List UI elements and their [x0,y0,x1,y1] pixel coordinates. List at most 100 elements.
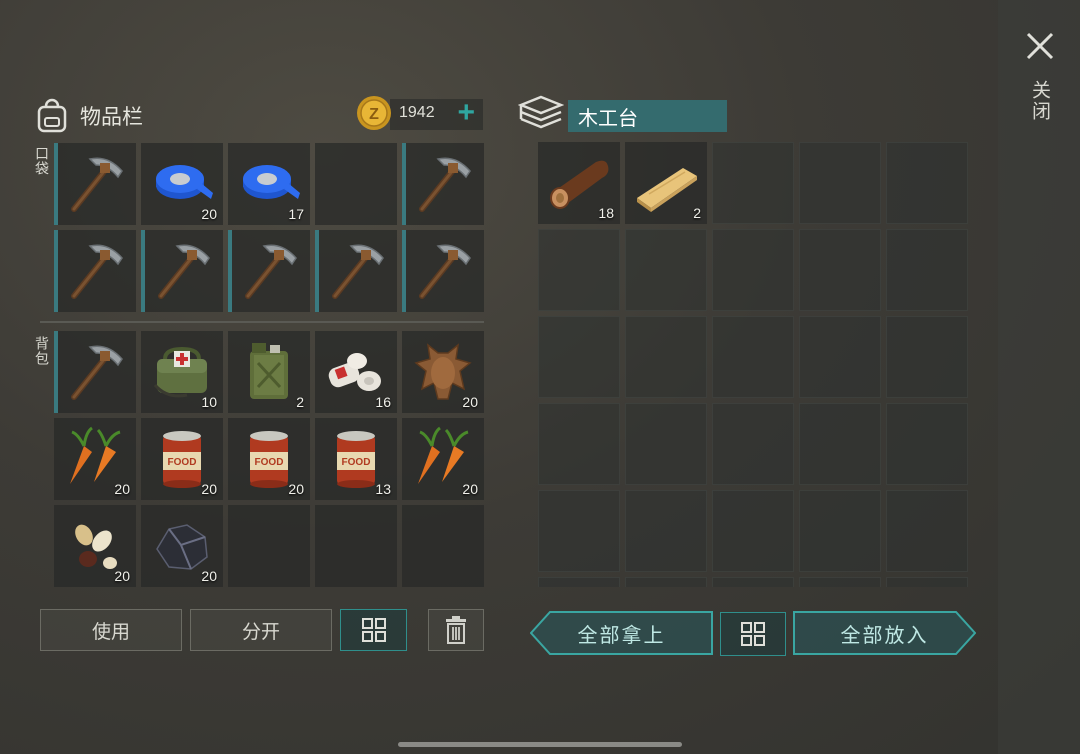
workbench-storage: 18 2 [536,142,970,587]
empty-slot[interactable] [315,143,397,225]
inventory-slot[interactable] [315,230,397,312]
empty-slot[interactable] [712,316,794,398]
empty-slot[interactable] [712,142,794,224]
svg-text:FOOD: FOOD [342,457,371,468]
pickaxe-icon [71,157,123,212]
inventory-slot[interactable] [402,143,484,225]
item-quantity: 2 [296,394,304,410]
empty-slot[interactable] [538,490,620,572]
empty-slot[interactable] [886,316,968,398]
item-quantity: 20 [288,481,304,497]
empty-slot[interactable] [712,490,794,572]
coin-count: 1942 [399,104,435,121]
empty-slot[interactable] [538,403,620,485]
empty-slot[interactable] [799,490,881,572]
home-indicator [398,742,682,747]
empty-slot[interactable] [625,490,707,572]
inventory-slot[interactable] [54,143,136,225]
backpack-grid: 10 2 16 20 20 FOOD 20 FOOD 20 FOOD 13 20 20 20 [54,331,484,587]
split-button[interactable]: 分开 [190,609,332,651]
empty-slot[interactable] [799,229,881,311]
empty-slot[interactable] [712,577,794,587]
svg-text:FOOD: FOOD [168,457,197,468]
pickaxe-icon [332,244,384,299]
inventory-slot[interactable]: 17 [228,143,310,225]
inventory-slot[interactable]: 20 [54,418,136,500]
grid-sort-icon [741,622,765,646]
item-quantity: 2 [693,205,701,221]
close-label[interactable]: 关闭 [1028,80,1050,122]
inventory-slot[interactable]: 20 [141,143,223,225]
inventory-slot[interactable]: 2 [228,331,310,413]
divider [40,321,484,323]
put-all-button[interactable]: 全部放入 [793,611,976,655]
sort-button[interactable] [340,609,407,651]
empty-slot[interactable] [886,142,968,224]
trash-button[interactable] [428,609,484,651]
inventory-slot[interactable] [54,230,136,312]
item-quantity: 20 [201,481,217,497]
item-quantity: 20 [462,481,478,497]
empty-slot[interactable] [402,505,484,587]
empty-slot[interactable] [625,316,707,398]
empty-slot[interactable] [315,505,397,587]
inventory-slot[interactable] [54,331,136,413]
workbench-slot[interactable]: 18 [538,142,620,224]
inventory-slot[interactable]: FOOD 20 [228,418,310,500]
inventory-slot[interactable]: 10 [141,331,223,413]
item-quantity: 16 [375,394,391,410]
take-all-label: 全部拿上 [577,624,666,647]
empty-slot[interactable] [712,403,794,485]
inventory-slot[interactable]: 20 [141,505,223,587]
empty-slot[interactable] [799,142,881,224]
inventory-slot[interactable]: 20 [402,331,484,413]
empty-slot[interactable] [625,577,707,587]
inventory-slot[interactable]: 16 [315,331,397,413]
item-quantity: 20 [114,568,130,584]
inventory-slot[interactable]: 20 [402,418,484,500]
backpack-icon [37,98,67,133]
empty-slot[interactable] [886,229,968,311]
empty-slot[interactable] [538,577,620,587]
workbench-slot[interactable]: 2 [625,142,707,224]
svg-text:Z: Z [369,106,379,123]
take-all-button[interactable]: 全部拿上 [530,611,713,655]
empty-slot[interactable] [799,577,881,587]
empty-slot[interactable] [799,403,881,485]
item-quantity: 20 [201,568,217,584]
grid-sort-icon [361,618,386,642]
empty-slot[interactable] [712,229,794,311]
empty-slot[interactable] [538,229,620,311]
close-icon[interactable] [1024,30,1056,62]
empty-slot[interactable] [538,316,620,398]
inventory-slot[interactable]: FOOD 13 [315,418,397,500]
inventory-slot[interactable] [402,230,484,312]
workbench-sort-button[interactable] [720,612,786,656]
trash-icon [446,616,466,644]
empty-slot[interactable] [228,505,310,587]
inventory-slot[interactable] [141,230,223,312]
empty-slot[interactable] [886,577,968,587]
pickaxe-icon [71,345,123,400]
item-quantity: 18 [598,205,614,221]
add-coins-button[interactable]: + [457,98,475,128]
item-quantity: 20 [114,481,130,497]
pickaxe-icon [158,244,210,299]
empty-slot[interactable] [886,490,968,572]
jerrycan-icon [250,343,288,399]
empty-slot[interactable] [625,229,707,311]
wood-plank-icon [637,168,697,212]
workbench-icon [518,95,564,129]
coin-icon: Z [357,96,391,130]
item-quantity: 20 [201,206,217,222]
inventory-slot[interactable] [228,230,310,312]
use-button[interactable]: 使用 [40,609,182,651]
empty-slot[interactable] [625,403,707,485]
inventory-slot[interactable]: 20 [54,505,136,587]
pickaxe-icon [419,244,471,299]
pickaxe-icon [419,157,471,212]
empty-slot[interactable] [799,316,881,398]
empty-slot[interactable] [886,403,968,485]
inventory-slot[interactable]: FOOD 20 [141,418,223,500]
item-quantity: 10 [201,394,217,410]
